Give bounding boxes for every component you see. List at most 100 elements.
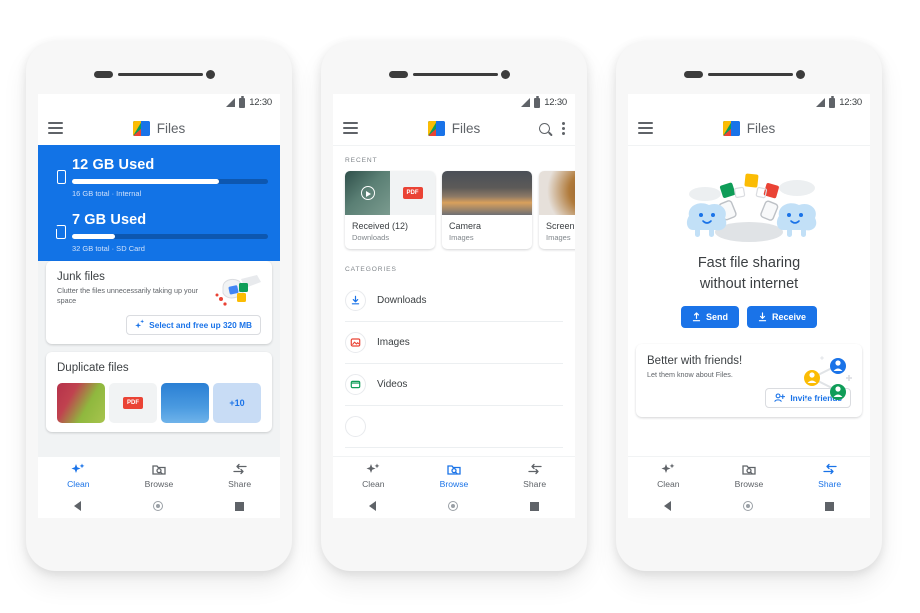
receive-button[interactable]: Receive [746, 305, 818, 328]
sparkle-icon [366, 463, 380, 476]
bottom-nav-label: Clean [67, 478, 90, 489]
app-bar: Files [333, 111, 575, 145]
hamburger-menu-icon[interactable] [638, 119, 653, 136]
signal-icon [816, 98, 826, 107]
bottom-nav-item-share[interactable]: Share [505, 463, 565, 489]
more-vertical-icon[interactable] [562, 120, 565, 137]
share-empty-state: Fast file sharing without internet Send … [628, 146, 870, 328]
send-button[interactable]: Send [680, 305, 739, 328]
hamburger-menu-icon[interactable] [343, 119, 358, 136]
bottom-nav-label: Browse [144, 478, 174, 489]
bottom-nav-item-share[interactable]: Share [800, 463, 860, 489]
app-brand: Files [38, 120, 280, 136]
bottom-nav-label: Share [523, 478, 547, 489]
search-icon[interactable] [539, 122, 550, 134]
card-title: Duplicate files [57, 361, 129, 374]
bottom-nav-item-browse[interactable]: Browse [719, 463, 779, 489]
status-clock: 12:30 [839, 97, 862, 108]
status-bar: 12:30 [628, 94, 870, 111]
storage-title: 7 GB Used [72, 212, 147, 228]
system-nav-bar [333, 494, 575, 518]
app-title: Files [156, 120, 186, 136]
phone-device-2: 12:30 Files RECENT PDF Received (12) Dow… [321, 41, 587, 571]
video-and-pdf-thumb: PDF [345, 171, 435, 215]
folder-search-icon [447, 463, 461, 476]
bottom-nav-item-share[interactable]: Share [210, 463, 270, 489]
bottom-nav: Clean Browse Share [38, 456, 280, 494]
app-bar: Files [628, 111, 870, 145]
system-nav-bar [628, 494, 870, 518]
duplicate-files-card[interactable]: Duplicate files PDF +10 [46, 351, 272, 432]
triangle-back-icon[interactable] [74, 501, 81, 511]
earpiece-speaker [118, 73, 203, 76]
storage-row-sdcard[interactable]: 7 GB Used 32 GB total · SD Card [38, 212, 280, 253]
bottom-nav-label: Clean [362, 478, 385, 489]
files-logo-icon [427, 120, 445, 136]
bottom-nav-label: Browse [734, 478, 764, 489]
bottom-nav: Clean Browse Share [333, 456, 575, 494]
triangle-back-icon[interactable] [664, 501, 671, 511]
bottom-nav-item-clean[interactable]: Clean [48, 463, 108, 489]
select-and-free-up-button[interactable]: Select and free up 320 MB [126, 314, 261, 335]
download-icon [758, 312, 767, 321]
triangle-back-icon[interactable] [369, 501, 376, 511]
square-recents-icon[interactable] [825, 501, 834, 511]
bottom-nav-label: Clean [657, 478, 680, 489]
battery-icon [239, 95, 246, 108]
recent-title: Screen [546, 221, 575, 231]
files-logo-icon [132, 120, 150, 136]
storage-row-internal[interactable]: 12 GB Used 16 GB total · Internal [38, 157, 280, 198]
thumbnail-pdf[interactable]: PDF [109, 382, 157, 423]
phone-2-screen: 12:30 Files RECENT PDF Received (12) Dow… [333, 94, 575, 518]
bottom-nav-item-clean[interactable]: Clean [638, 463, 698, 489]
bottom-nav-item-browse[interactable]: Browse [129, 463, 189, 489]
storage-progress-bar [72, 234, 268, 239]
hamburger-menu-icon[interactable] [48, 119, 63, 136]
category-row-videos[interactable]: Videos [345, 364, 563, 406]
storage-subtitle: 16 GB total · Internal [72, 189, 142, 198]
category-row-partial[interactable] [345, 406, 563, 448]
recent-card[interactable]: Camera Images [442, 171, 532, 249]
circle-home-icon[interactable] [448, 501, 458, 511]
category-label: Images [377, 337, 410, 348]
sparkle-icon [71, 463, 85, 476]
phone-1-screen: 12:30 Files 12 GB Used 16 GB total · Int… [38, 94, 280, 518]
card-subtitle: Clutter the files unnecessarily taking u… [57, 286, 199, 306]
thumbnail-photo[interactable] [161, 382, 209, 423]
broom-sweeping-files-illustration [215, 275, 261, 306]
bottom-nav-label: Share [818, 478, 842, 489]
thumbnail-photo[interactable] [57, 382, 105, 423]
bottom-nav-label: Share [228, 478, 252, 489]
earpiece-speaker [708, 73, 793, 76]
category-row-downloads[interactable]: Downloads [345, 280, 563, 322]
share-headline-line-1: Fast file sharing [697, 255, 801, 271]
front-camera-icon [501, 70, 510, 79]
image-icon [345, 332, 366, 353]
front-camera-icon [796, 70, 805, 79]
recent-card[interactable]: PDF Received (12) Downloads [345, 171, 435, 249]
app-title: Files [451, 120, 481, 136]
better-with-friends-card[interactable]: Better with friends! Let them know about… [636, 343, 862, 418]
category-row-images[interactable]: Images [345, 322, 563, 364]
phone-storage-icon [50, 157, 72, 184]
play-icon [360, 186, 375, 200]
recent-subtitle: Images [449, 233, 474, 242]
circle-home-icon[interactable] [743, 501, 753, 511]
recent-card[interactable]: Screen Images [539, 171, 575, 249]
bottom-nav-item-clean[interactable]: Clean [343, 463, 403, 489]
bottom-nav-item-browse[interactable]: Browse [424, 463, 484, 489]
clean-cards-area: Junk files Clutter the files unnecessari… [38, 261, 280, 461]
signal-icon [521, 98, 531, 107]
circle-home-icon[interactable] [153, 501, 163, 511]
phone-speaker-row [321, 70, 587, 80]
junk-files-card[interactable]: Junk files Clutter the files unnecessari… [46, 261, 272, 344]
friends-network-illustration [804, 355, 852, 402]
files-logo-icon [722, 120, 740, 136]
square-recents-icon[interactable] [235, 501, 244, 511]
phone-speaker-row [616, 70, 882, 80]
square-recents-icon[interactable] [530, 501, 539, 511]
thumbnail-overflow[interactable]: +10 [213, 382, 261, 423]
upload-icon [692, 312, 701, 321]
pdf-badge: PDF [123, 396, 143, 409]
button-label: Send [705, 311, 728, 322]
